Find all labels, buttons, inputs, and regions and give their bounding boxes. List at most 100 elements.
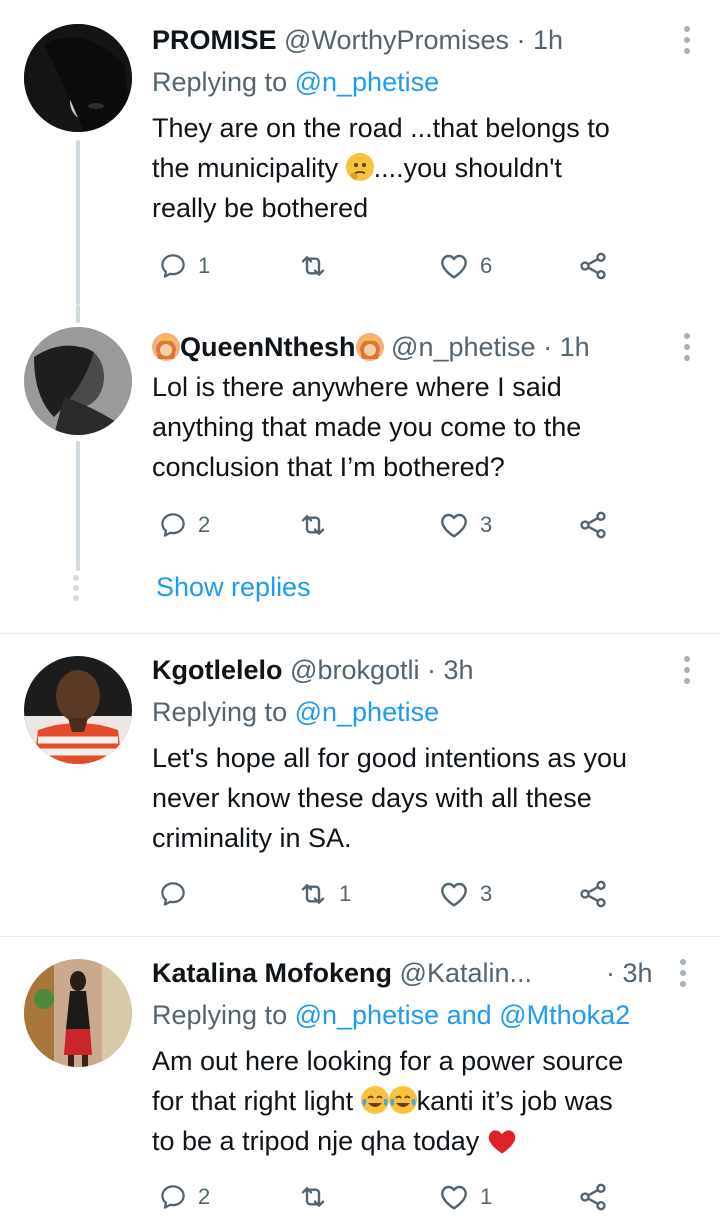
text-segment: to be a tripod nje qha today — [152, 1126, 480, 1156]
tweet-text: Lol is there anywhere where I said anyth… — [152, 367, 692, 487]
tweet-text: Am out here looking for a power source f… — [152, 1041, 692, 1166]
text-line: the municipality ....you shouldn't — [152, 148, 692, 188]
thread-line — [76, 305, 80, 323]
share-button[interactable] — [577, 246, 609, 286]
thread-line — [76, 140, 80, 305]
mention-link[interactable]: @n_phetise — [295, 1000, 440, 1030]
tweet-actions: 2 3 — [152, 505, 672, 545]
text-segment: for that right light — [152, 1086, 354, 1116]
user-handle[interactable]: @Katalin... — [400, 958, 532, 988]
reply-button[interactable]: 2 — [158, 505, 210, 545]
tweet-header: Katalina Mofokeng @Katalin... — [152, 957, 532, 989]
like-button[interactable]: 6 — [438, 246, 492, 286]
replying-to: Replying to @n_phetise — [152, 66, 439, 98]
heart-icon — [438, 878, 470, 910]
avatar[interactable] — [24, 327, 132, 435]
replying-and: and — [439, 1000, 500, 1030]
text-line: Lol is there anywhere where I said — [152, 372, 562, 402]
mention-link[interactable]: @n_phetise — [295, 697, 440, 727]
display-name[interactable]: PROMISE — [152, 25, 277, 55]
tweet-meta: · 3h — [606, 957, 653, 989]
user-handle[interactable]: @WorthyPromises — [284, 25, 509, 55]
tears-of-joy-emoji — [360, 1086, 389, 1114]
share-button[interactable] — [577, 1177, 609, 1217]
replying-label: Replying to — [152, 1000, 295, 1030]
reply-icon — [158, 510, 188, 540]
heart-icon — [438, 509, 470, 541]
retweet-icon — [297, 878, 329, 910]
text-line: anything that made you come to the — [152, 412, 582, 442]
text-line: conclusion that I’m bothered? — [152, 452, 505, 482]
like-button[interactable]: 1 — [438, 1177, 492, 1217]
reply-count: 2 — [198, 512, 211, 537]
tweet[interactable]: PROMISE @WorthyPromises · 1h Replying to… — [0, 0, 720, 305]
more-options-icon[interactable] — [684, 333, 690, 361]
separator-dot: · — [427, 655, 437, 685]
share-icon — [577, 878, 609, 910]
display-name[interactable]: Kgotlelelo — [152, 655, 283, 685]
like-count: 6 — [480, 253, 493, 278]
separator-dot: · — [516, 25, 526, 55]
more-options-icon[interactable] — [680, 959, 686, 987]
heart-icon — [438, 1181, 470, 1213]
text-line: really be bothered — [152, 193, 369, 223]
user-handle[interactable]: @brokgotli — [290, 655, 419, 685]
display-name[interactable]: QueenNthesh — [180, 332, 356, 362]
retweet-button[interactable] — [297, 1177, 339, 1217]
reply-button[interactable]: 1 — [158, 246, 210, 286]
text-line: Let's hope all for good intentions as yo… — [152, 743, 627, 773]
text-line: They are on the road ...that belongs to — [152, 113, 610, 143]
retweet-icon — [297, 250, 329, 282]
avatar[interactable] — [24, 959, 132, 1067]
user-handle[interactable]: @n_phetise — [391, 332, 536, 362]
tweet[interactable]: QueenNthesh @n_phetise · 1h Lol is there… — [0, 305, 720, 635]
share-button[interactable] — [577, 505, 609, 545]
text-line: Am out here looking for a power source — [152, 1046, 624, 1076]
timestamp[interactable]: 3h — [444, 655, 474, 685]
text-segment: kanti it’s job was — [416, 1086, 613, 1116]
share-icon — [577, 250, 609, 282]
reply-button[interactable]: 2 — [158, 1177, 210, 1217]
like-count: 3 — [480, 512, 493, 537]
avatar[interactable] — [24, 24, 132, 132]
timestamp[interactable]: 1h — [560, 332, 590, 362]
tweet[interactable]: Katalina Mofokeng @Katalin... · 3h Reply… — [0, 937, 720, 1222]
text-line: criminality in SA. — [152, 823, 352, 853]
reply-button[interactable] — [158, 874, 198, 914]
tweet[interactable]: Kgotlelelo @brokgotli · 3h Replying to @… — [0, 634, 720, 936]
reply-icon — [158, 251, 188, 281]
retweet-icon — [297, 509, 329, 541]
tweet-text: They are on the road ...that belongs to … — [152, 108, 692, 228]
avatar[interactable] — [24, 656, 132, 764]
timestamp[interactable]: 3h — [623, 958, 653, 988]
display-name[interactable]: Katalina Mofokeng — [152, 958, 392, 988]
text-line: for that right light kanti it’s job was — [152, 1081, 692, 1121]
retweet-button[interactable] — [297, 505, 339, 545]
reply-count: 2 — [198, 1184, 211, 1209]
more-options-icon[interactable] — [684, 26, 690, 54]
princess-emoji — [152, 333, 180, 361]
like-button[interactable]: 3 — [438, 505, 492, 545]
timestamp[interactable]: 1h — [533, 25, 563, 55]
red-heart-emoji — [487, 1126, 517, 1166]
share-icon — [577, 509, 609, 541]
mention-link[interactable]: @n_phetise — [295, 67, 440, 97]
replying-to: Replying to @n_phetise — [152, 696, 439, 728]
share-icon — [577, 1181, 609, 1213]
like-button[interactable]: 3 — [438, 874, 492, 914]
share-button[interactable] — [577, 874, 609, 914]
reply-count: 1 — [198, 253, 211, 278]
heart-icon — [438, 250, 470, 282]
replying-label: Replying to — [152, 697, 295, 727]
retweet-button[interactable] — [297, 246, 339, 286]
thread-line — [76, 441, 80, 571]
reply-icon — [158, 1182, 188, 1212]
mention-link[interactable]: @Mthoka2 — [499, 1000, 630, 1030]
text-line: to be a tripod nje qha today — [152, 1121, 692, 1166]
thinking-face-emoji — [345, 153, 374, 181]
replying-to: Replying to @n_phetise and @Mthoka2 — [152, 999, 630, 1031]
show-replies-link[interactable]: Show replies — [156, 571, 311, 603]
princess-emoji — [355, 333, 384, 361]
retweet-button[interactable]: 1 — [297, 874, 351, 914]
more-options-icon[interactable] — [684, 656, 690, 684]
